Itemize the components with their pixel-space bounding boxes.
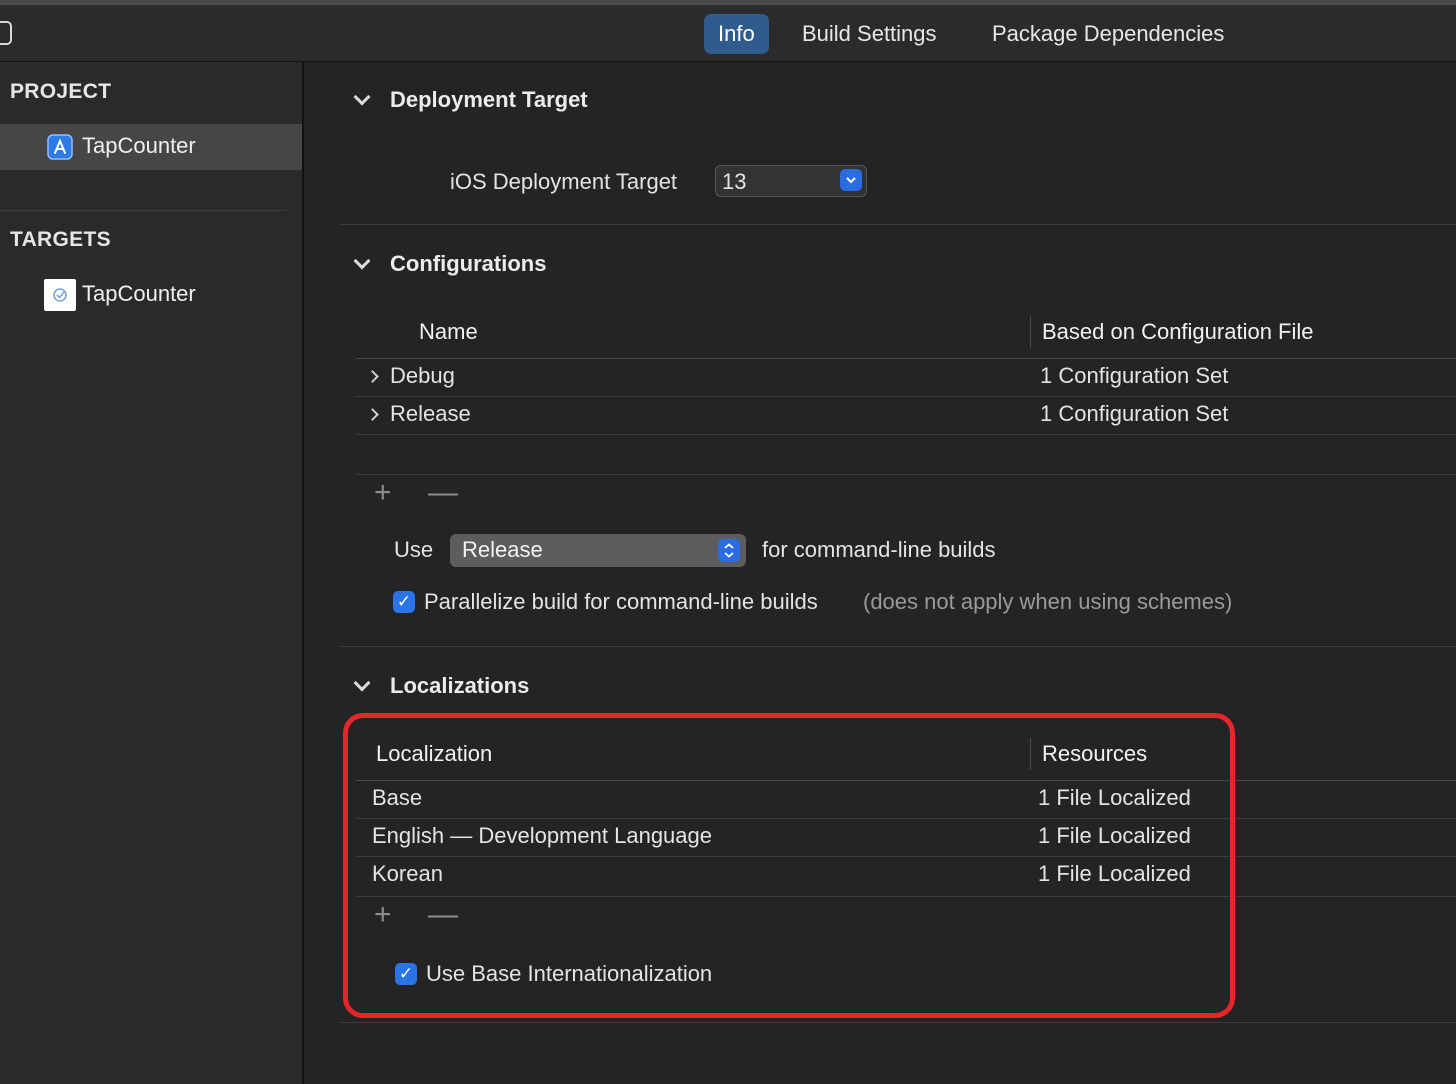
add-configuration-button[interactable]: + (374, 476, 392, 510)
section-divider (340, 646, 1456, 647)
chevron-down-icon[interactable] (353, 88, 371, 106)
use-suffix: for command-line builds (762, 537, 996, 562)
table-header-divider (356, 358, 1456, 359)
sidebar (0, 62, 304, 1084)
row-divider (356, 396, 1456, 397)
target-app-icon[interactable] (44, 279, 76, 311)
chevron-right-icon[interactable] (366, 370, 379, 383)
window-top-edge (0, 0, 1456, 5)
highlight-annotation (343, 713, 1235, 1018)
chevron-down-icon[interactable] (353, 674, 371, 692)
targets-heading: TARGETS (10, 228, 111, 251)
project-heading: PROJECT (10, 80, 112, 103)
tab-package-dependencies[interactable]: Package Dependencies (978, 14, 1238, 54)
app-project-icon (47, 134, 73, 160)
config-row-file: 1 Configuration Set (1040, 363, 1229, 388)
sidebar-toggle-icon[interactable] (0, 21, 12, 45)
chevron-right-icon[interactable] (366, 408, 379, 421)
use-label: Use (394, 537, 434, 562)
command-line-config-popup[interactable]: Release (450, 534, 746, 567)
table-bottom-divider (356, 474, 1456, 475)
section-divider (340, 224, 1456, 225)
command-line-config-value: Release (462, 537, 543, 562)
configurations-title: Configurations (390, 251, 547, 276)
ios-deployment-value: 13 (722, 169, 747, 194)
chevron-down-icon[interactable] (353, 252, 371, 270)
col-header-name[interactable]: Name (419, 319, 478, 345)
ios-deployment-label: iOS Deployment Target (450, 169, 678, 194)
sidebar-item-project-label: TapCounter (82, 133, 196, 158)
section-divider (340, 1022, 1456, 1023)
tab-build-settings[interactable]: Build Settings (788, 14, 951, 54)
config-row-name[interactable]: Release (390, 401, 471, 427)
config-row-name[interactable]: Debug (390, 363, 455, 389)
chevron-down-icon[interactable] (840, 169, 862, 191)
tab-info[interactable]: Info (704, 14, 769, 54)
parallelize-note: (does not apply when using schemes) (863, 589, 1233, 614)
column-separator (1030, 316, 1031, 348)
sidebar-item-target-label[interactable]: TapCounter (82, 281, 196, 307)
parallelize-label[interactable]: Parallelize build for command-line build… (424, 589, 818, 615)
col-header-based-on[interactable]: Based on Configuration File (1042, 319, 1314, 345)
up-down-chevron-icon[interactable] (718, 539, 740, 562)
row-divider (356, 434, 1456, 435)
remove-configuration-button[interactable]: — (428, 476, 458, 510)
ios-deployment-combo[interactable]: 13 (715, 165, 867, 197)
parallelize-checkbox[interactable]: ✓ (393, 591, 415, 613)
localizations-title: Localizations (390, 673, 530, 698)
config-row-file: 1 Configuration Set (1040, 401, 1229, 426)
sidebar-divider (0, 210, 286, 211)
deployment-target-title: Deployment Target (390, 87, 588, 112)
